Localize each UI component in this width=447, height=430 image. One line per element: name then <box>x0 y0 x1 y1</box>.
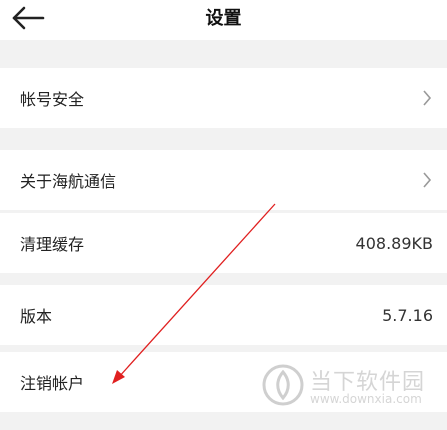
settings-item-clear-cache[interactable]: 清理缓存 408.89KB <box>0 213 447 273</box>
item-label: 帐号安全 <box>20 90 85 109</box>
version-value: 5.7.16 <box>382 305 433 325</box>
settings-item-delete-account[interactable]: 注销帐户 <box>0 352 447 412</box>
cache-size-value: 408.89KB <box>355 233 433 253</box>
settings-item-version[interactable]: 版本 5.7.16 <box>0 285 447 345</box>
item-label: 注销帐户 <box>20 374 85 393</box>
item-label: 版本 <box>20 307 53 326</box>
page-title: 设置 <box>205 8 242 29</box>
settings-item-about[interactable]: 关于海航通信 <box>0 150 447 210</box>
settings-item-account-security[interactable]: 帐号安全 <box>0 68 447 128</box>
chevron-right-icon <box>421 170 433 190</box>
chevron-right-icon <box>421 88 433 108</box>
item-label: 清理缓存 <box>20 235 85 254</box>
top-bar: 设置 <box>0 0 447 40</box>
item-label: 关于海航通信 <box>20 172 117 191</box>
